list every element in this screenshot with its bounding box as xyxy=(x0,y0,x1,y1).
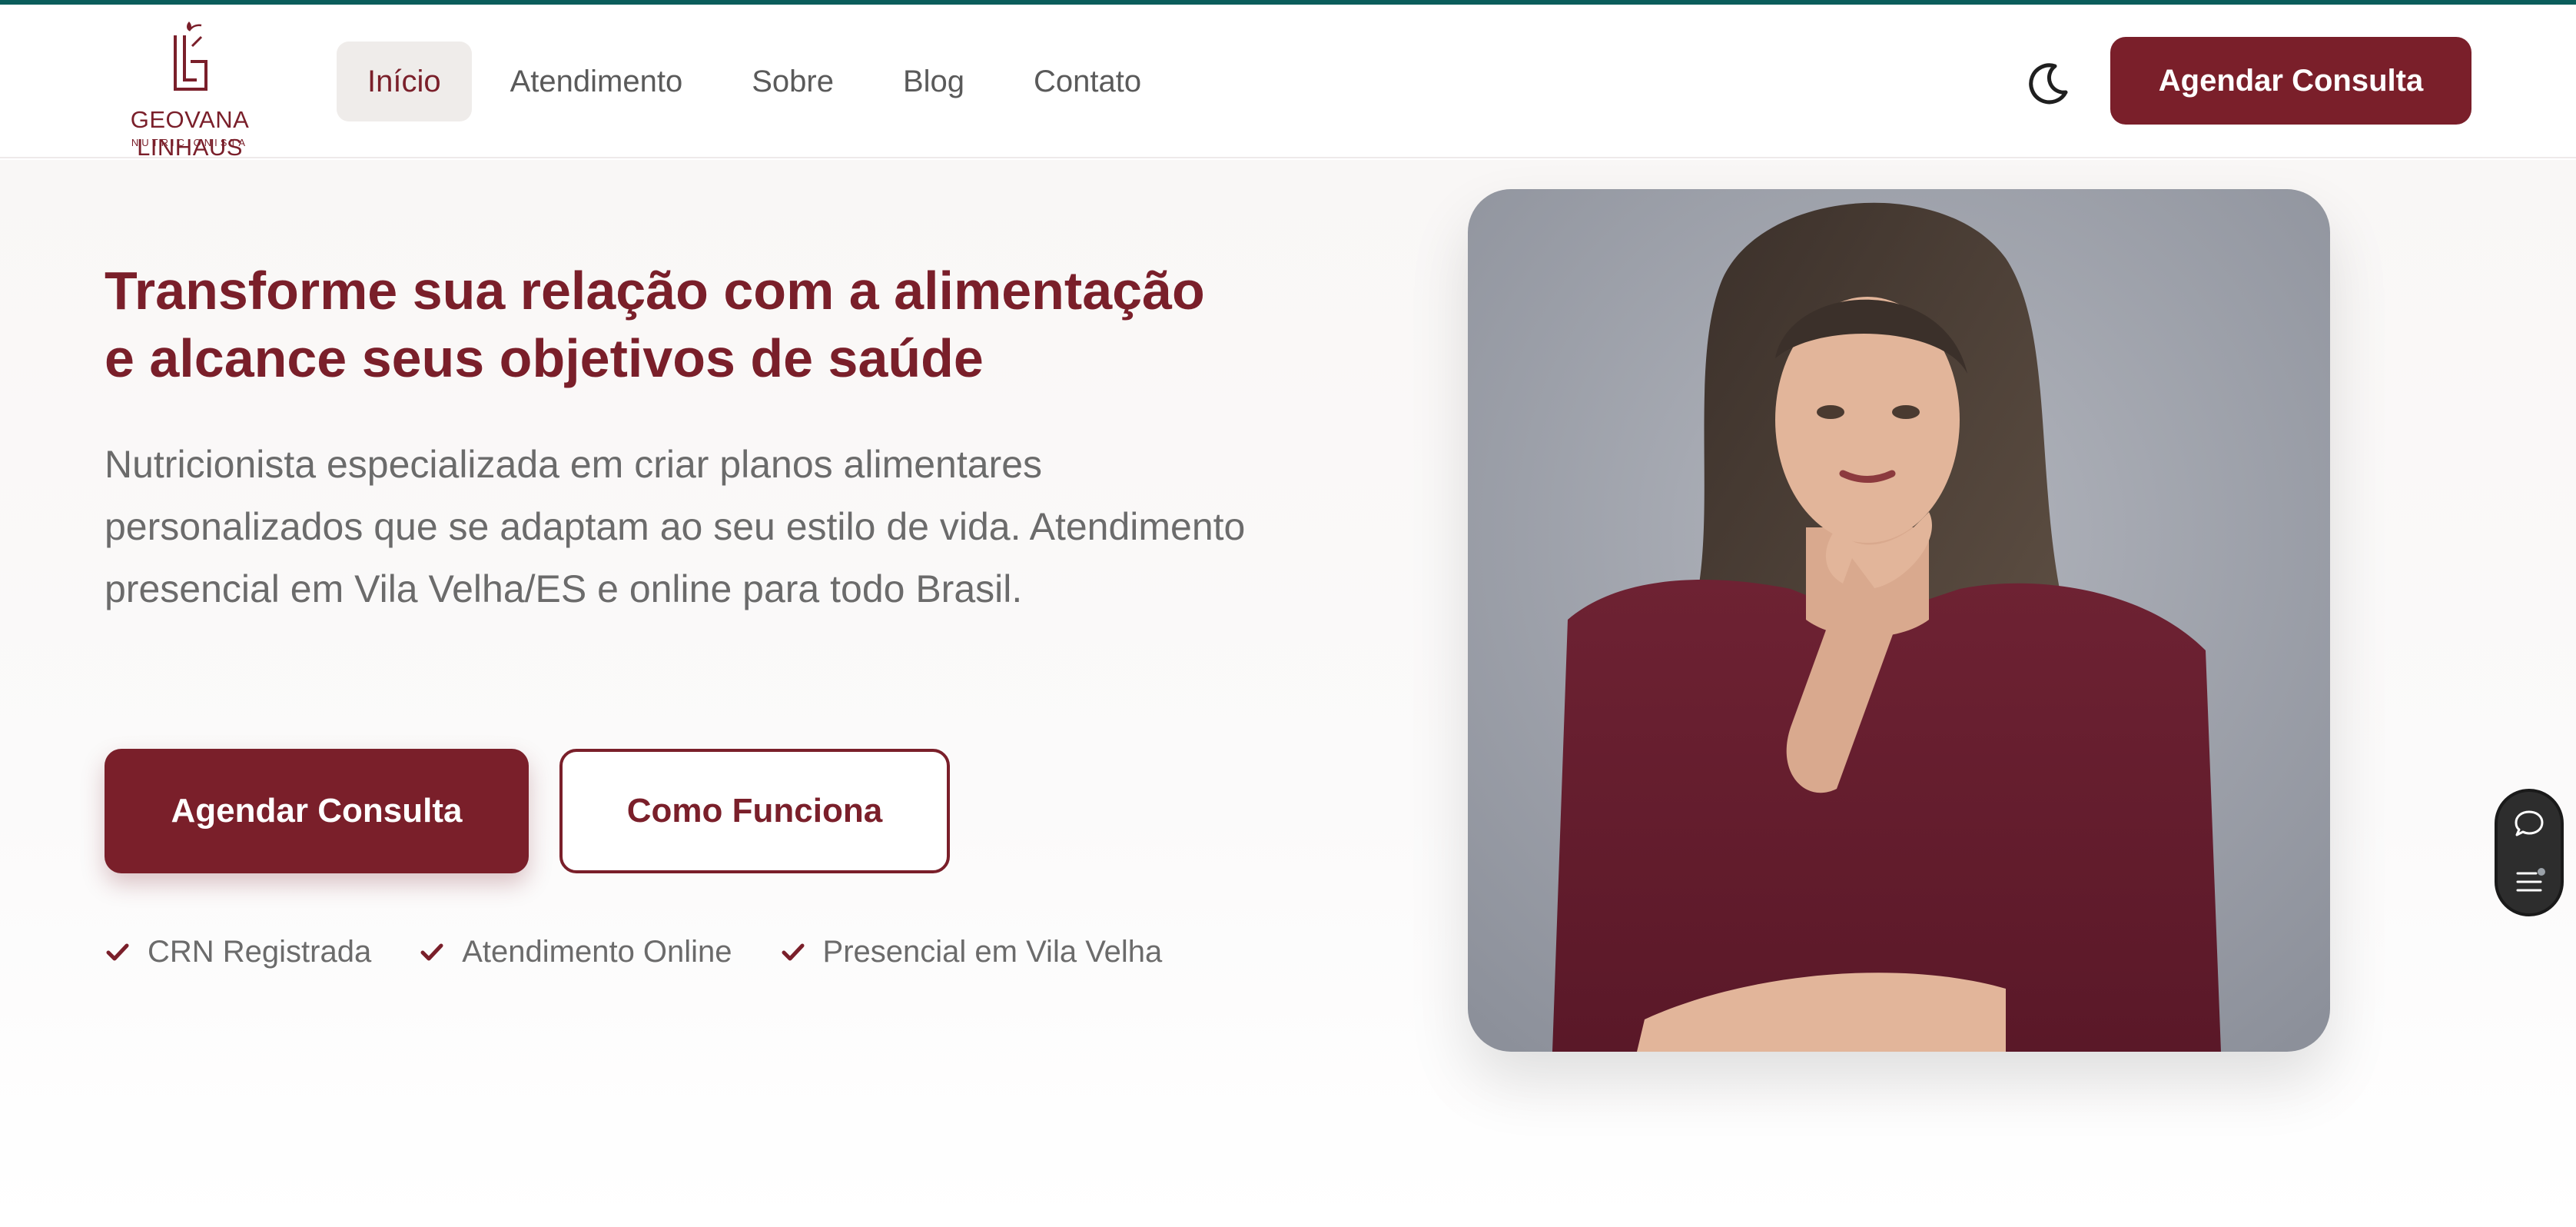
portrait-illustration xyxy=(1468,189,2330,1052)
site-header: GEOVANA LINHAUS NUTRICIONISTA Início Ate… xyxy=(0,5,2576,161)
hero-description: Nutricionista especializada em criar pla… xyxy=(105,443,1246,610)
hero-section: Transforme sua relação com a alimentação… xyxy=(0,160,2576,1227)
main-nav: Início Atendimento Sobre Blog Contato xyxy=(337,42,1180,121)
moon-icon xyxy=(2029,63,2068,105)
nav-item-contato[interactable]: Contato xyxy=(1003,42,1172,121)
feature-item: Atendimento Online xyxy=(419,935,732,969)
brand-name: GEOVANA LINHAUS xyxy=(130,106,250,161)
hero-headline-line1: Transforme sua relação com a alimentação xyxy=(105,261,1205,321)
hero-headline-line2: e alcance seus objetivos de saúde xyxy=(105,328,984,388)
nav-item-inicio[interactable]: Início xyxy=(337,42,472,121)
brand-subtitle: NUTRICIONISTA xyxy=(131,137,249,148)
floating-widget xyxy=(2495,789,2564,916)
feature-label: Presencial em Vila Velha xyxy=(822,935,1163,969)
logo-mark-icon xyxy=(174,22,207,91)
theme-toggle-button[interactable] xyxy=(2021,57,2075,111)
nav-item-blog[interactable]: Blog xyxy=(872,42,995,121)
nutritionist-photo xyxy=(1468,189,2330,1052)
menu-list-button[interactable] xyxy=(2498,853,2561,910)
brand-logo[interactable]: GEOVANA LINHAUS NUTRICIONISTA xyxy=(100,18,280,161)
menu-list-icon xyxy=(2516,868,2545,892)
schedule-consultation-button[interactable]: Agendar Consulta xyxy=(105,749,529,873)
nav-item-sobre[interactable]: Sobre xyxy=(721,42,865,121)
hero-headline: Transforme sua relação com a alimentação… xyxy=(105,257,1257,392)
check-icon xyxy=(420,943,443,960)
check-icon xyxy=(106,943,129,960)
nav-item-atendimento[interactable]: Atendimento xyxy=(480,42,714,121)
feature-label: Atendimento Online xyxy=(462,935,732,969)
chat-button[interactable] xyxy=(2498,795,2561,852)
feature-item: Presencial em Vila Velha xyxy=(780,935,1163,969)
feature-label: CRN Registrada xyxy=(148,935,372,969)
check-icon xyxy=(782,943,805,960)
header-schedule-button[interactable]: Agendar Consulta xyxy=(2110,37,2471,125)
chat-icon xyxy=(2515,810,2544,836)
how-it-works-button[interactable]: Como Funciona xyxy=(559,749,950,873)
feature-list: CRN Registrada Atendimento Online Presen… xyxy=(105,935,1210,969)
feature-item: CRN Registrada xyxy=(105,935,371,969)
